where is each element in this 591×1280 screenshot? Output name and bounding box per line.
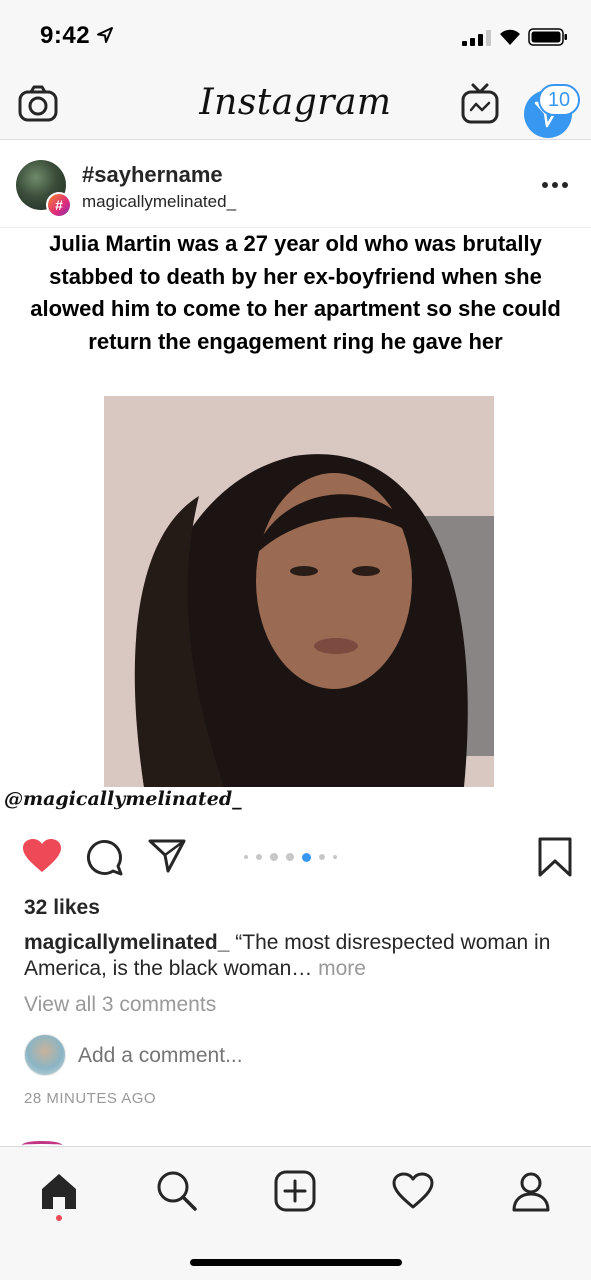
carousel-dot	[286, 853, 294, 861]
likes-count[interactable]: 32 likes	[24, 896, 100, 920]
carousel-dot	[256, 854, 262, 860]
hashtag-badge-icon: #	[46, 192, 72, 218]
add-comment-input[interactable]	[78, 1043, 378, 1069]
share-icon[interactable]	[148, 838, 186, 874]
status-bar: 9:42	[0, 0, 591, 70]
post-actions	[0, 822, 591, 892]
carousel-dot	[333, 855, 337, 859]
carousel-indicator	[244, 852, 337, 862]
comment-icon[interactable]	[86, 838, 124, 876]
home-indicator[interactable]	[190, 1259, 402, 1266]
igtv-icon[interactable]	[460, 82, 500, 126]
caption-more-link[interactable]: more	[318, 957, 366, 980]
post-hashtag-title[interactable]: #sayhername	[82, 162, 223, 188]
activity-heart-icon[interactable]	[391, 1169, 435, 1213]
status-time: 9:42	[40, 22, 91, 49]
instagram-logo: Instagram	[199, 82, 392, 123]
profile-icon[interactable]	[509, 1169, 553, 1213]
add-post-icon[interactable]	[273, 1169, 317, 1213]
post-timestamp: 28 MINUTES AGO	[24, 1090, 157, 1107]
direct-messages-button[interactable]: 10	[524, 84, 580, 138]
watermark-text: @magicallymelinated_	[4, 788, 242, 810]
caption-username[interactable]: magicallymelinated_	[24, 931, 229, 954]
post-caption: magicallymelinated_ “The most disrespect…	[24, 930, 564, 982]
carousel-dot	[244, 855, 248, 859]
bottom-tab-bar	[0, 1146, 591, 1280]
home-icon[interactable]	[37, 1169, 81, 1213]
more-options-icon[interactable]	[540, 180, 570, 190]
app-header: Instagram 10	[0, 70, 591, 140]
image-caption-text: Julia Martin was a 27 year old who was b…	[30, 231, 561, 354]
post-image[interactable]: Julia Martin was a 27 year old who was b…	[0, 228, 591, 822]
post-username[interactable]: magicallymelinated_	[82, 192, 236, 212]
portrait-illustration	[104, 396, 494, 787]
post-header: # #sayhername magicallymelinated_	[0, 140, 591, 228]
save-bookmark-icon[interactable]	[537, 837, 573, 877]
location-arrow-icon	[97, 27, 113, 43]
carousel-dot	[270, 853, 278, 861]
current-user-avatar	[24, 1034, 66, 1076]
dm-notification-badge: 10	[538, 84, 580, 116]
battery-icon	[528, 28, 567, 46]
carousel-dot	[319, 854, 325, 860]
home-active-dot	[56, 1215, 62, 1221]
wifi-icon	[500, 29, 520, 45]
cellular-signal-icon	[462, 30, 491, 46]
view-all-comments-link[interactable]: View all 3 comments	[24, 993, 216, 1017]
carousel-dot-active	[302, 852, 311, 862]
portrait-photo	[104, 396, 494, 787]
search-icon[interactable]	[155, 1169, 199, 1213]
like-heart-icon[interactable]	[22, 838, 62, 874]
